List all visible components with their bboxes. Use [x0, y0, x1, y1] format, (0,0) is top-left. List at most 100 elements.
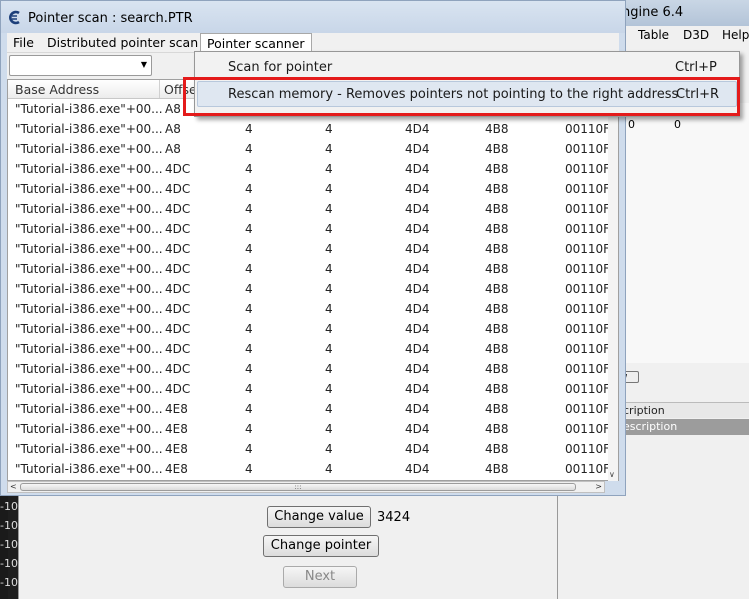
- menu-file[interactable]: File: [7, 33, 40, 53]
- change-pointer-button[interactable]: Change pointer: [263, 535, 379, 557]
- horizontal-scrollbar[interactable]: < ::: >: [7, 481, 605, 493]
- table-cell-o2: 4: [325, 142, 333, 156]
- table-cell-base: "Tutorial-i386.exe"+00...: [15, 382, 163, 396]
- scroll-down-icon[interactable]: ∨: [609, 470, 615, 479]
- vertical-scrollbar[interactable]: ∨: [608, 99, 618, 481]
- background-number: -10: [0, 500, 18, 513]
- table-row[interactable]: "Tutorial-i386.exe"+00... 4DC 4 4 4D4 4B8 0011…: [8, 199, 608, 219]
- table-row[interactable]: "Tutorial-i386.exe"+00... 4E8 4 4 4D4 4B8 0011…: [8, 419, 608, 439]
- value-type-dropdown[interactable]: ▼: [9, 55, 152, 76]
- pointer-scan-titlebar: Pointer scan : search.PTR: [1, 1, 625, 33]
- table-row[interactable]: "Tutorial-i386.exe"+00... 4DC 4 4 4D4 4B8 0011…: [8, 319, 608, 339]
- table-row[interactable]: "Tutorial-i386.exe"+00... 4DC 4 4 4D4 4B8 0011…: [8, 239, 608, 259]
- table-cell-o2: 4: [325, 282, 333, 296]
- table-row[interactable]: "Tutorial-i386.exe"+00... 4DC 4 4 4D4 4B8 0011…: [8, 359, 608, 379]
- table-row[interactable]: "Tutorial-i386.exe"+00... 4DC 4 4 4D4 4B8 0011…: [8, 159, 608, 179]
- table-cell-addr: 00110F: [565, 282, 608, 296]
- table-cell-o0: 4DC: [165, 322, 191, 336]
- current-value-text: 3424: [377, 510, 411, 525]
- table-row[interactable]: "Tutorial-i386.exe"+00... 4DC 4 4 4D4 4B8 0011…: [8, 279, 608, 299]
- table-cell-base: "Tutorial-i386.exe"+00...: [15, 342, 163, 356]
- table-cell-addr: 00110F: [565, 462, 608, 476]
- menu-item-label: Scan for pointer: [228, 60, 333, 75]
- menu-distributed-pointer-scan[interactable]: Distributed pointer scan: [41, 33, 204, 53]
- table-cell-o3: 4D4: [405, 202, 430, 216]
- background-number: -10: [0, 538, 18, 551]
- table-cell-addr: 00110F: [565, 382, 608, 396]
- table-cell-o3: 4D4: [405, 282, 430, 296]
- table-row[interactable]: "Tutorial-i386.exe"+00... 4DC 4 4 4D4 4B8 0011…: [8, 179, 608, 199]
- table-cell-base: "Tutorial-i386.exe"+00...: [15, 402, 163, 416]
- table-cell-o0: 4E8: [165, 462, 188, 476]
- table-row[interactable]: "Tutorial-i386.exe"+00...A8 4 4 4D4 4B8 00110…: [8, 119, 608, 139]
- table-cell-o3: 4D4: [405, 442, 430, 456]
- table-cell-o3: 4D4: [405, 362, 430, 376]
- table-row[interactable]: "Tutorial-i386.exe"+00... 4E8 4 4 4D4 4B8 0011…: [8, 459, 608, 479]
- table-cell-o4: 4B8: [485, 322, 509, 336]
- menu-pointer-scanner[interactable]: Pointer scanner: [200, 33, 312, 53]
- table-cell-o1: 4: [245, 362, 253, 376]
- menu-item-scan-for-pointer[interactable]: Scan for pointer Ctrl+P: [197, 54, 737, 80]
- table-cell-base: "Tutorial-i386.exe"+00...: [15, 102, 163, 116]
- table-cell-o2: 4: [325, 222, 333, 236]
- chevron-down-icon: ▼: [140, 60, 147, 69]
- table-cell-o4: 4B8: [485, 122, 509, 136]
- main-menu-d3d[interactable]: D3D: [683, 28, 709, 42]
- description-row[interactable]: escription: [617, 419, 749, 435]
- table-cell-addr: 00110F: [565, 162, 608, 176]
- scroll-right-icon[interactable]: >: [595, 482, 602, 491]
- description-header: cription: [617, 402, 749, 418]
- table-cell-o0: 4E8: [165, 402, 188, 416]
- main-list-value: 0: [674, 118, 681, 131]
- table-cell-o3: 4D4: [405, 342, 430, 356]
- change-value-button[interactable]: Change value: [267, 506, 371, 528]
- scroll-left-icon[interactable]: <: [10, 482, 17, 491]
- next-button[interactable]: Next: [283, 566, 357, 588]
- table-cell-o3: 4D4: [405, 302, 430, 316]
- pointer-results-table[interactable]: Base Address Offse "Tutorial-i386.exe"+0…: [7, 79, 619, 481]
- column-offset[interactable]: Offse: [164, 82, 197, 97]
- table-row[interactable]: "Tutorial-i386.exe"+00... 4E8 4 4 4D4 4B8 0011…: [8, 399, 608, 419]
- table-cell-o4: 4B8: [485, 202, 509, 216]
- table-cell-o1: 4: [245, 442, 253, 456]
- table-cell-o0: 4E8: [165, 442, 188, 456]
- column-divider[interactable]: [159, 80, 160, 98]
- main-menu-table[interactable]: Table: [638, 28, 669, 42]
- table-row[interactable]: "Tutorial-i386.exe"+00... 4DC 4 4 4D4 4B8 0011…: [8, 379, 608, 399]
- menu-item-rescan-memory[interactable]: Rescan memory - Removes pointers not poi…: [197, 81, 737, 107]
- table-cell-addr: 00110F: [565, 402, 608, 416]
- table-cell-o0: 4DC: [165, 222, 191, 236]
- table-cell-o3: 4D4: [405, 242, 430, 256]
- table-cell-o4: 4B8: [485, 242, 509, 256]
- table-cell-addr: 00110F: [565, 142, 608, 156]
- table-row[interactable]: "Tutorial-i386.exe"+00... 4DC 4 4 4D4 4B8 0011…: [8, 299, 608, 319]
- table-row[interactable]: "Tutorial-i386.exe"+00...A8 4 4 4D4 4B8 00110…: [8, 139, 608, 159]
- menu-item-label: Rescan memory - Removes pointers not poi…: [228, 87, 679, 102]
- horizontal-scroll-thumb[interactable]: :::: [20, 483, 576, 491]
- table-cell-o2: 4: [325, 162, 333, 176]
- column-base-address[interactable]: Base Address: [15, 82, 99, 97]
- table-cell-base: "Tutorial-i386.exe"+00...: [15, 182, 163, 196]
- table-row[interactable]: "Tutorial-i386.exe"+00... 4DC 4 4 4D4 4B8 0011…: [8, 219, 608, 239]
- main-address-list[interactable]: 0 0: [617, 103, 749, 363]
- table-cell-addr: 00110F: [565, 122, 608, 136]
- table-row[interactable]: "Tutorial-i386.exe"+00... 4E8 4 4 4D4 4B8 0011…: [8, 439, 608, 459]
- table-cell-base: "Tutorial-i386.exe"+00...: [15, 302, 163, 316]
- table-cell-o0: 4DC: [165, 342, 191, 356]
- table-cell-o4: 4B8: [485, 182, 509, 196]
- table-cell-o4: 4B8: [485, 302, 509, 316]
- table-cell-o0: 4DC: [165, 242, 191, 256]
- table-cell-o0: 4DC: [165, 202, 191, 216]
- table-cell-o0: 4DC: [165, 302, 191, 316]
- main-menu-help[interactable]: Help: [722, 28, 749, 42]
- table-cell-o1: 4: [245, 242, 253, 256]
- table-cell-o2: 4: [325, 182, 333, 196]
- table-cell-o0: 4DC: [165, 362, 191, 376]
- table-cell-o4: 4B8: [485, 162, 509, 176]
- table-row[interactable]: "Tutorial-i386.exe"+00... 4DC 4 4 4D4 4B8 0011…: [8, 339, 608, 359]
- table-cell-addr: 00110F: [565, 322, 608, 336]
- table-row[interactable]: "Tutorial-i386.exe"+00... 4DC 4 4 4D4 4B8 0011…: [8, 259, 608, 279]
- table-cell-addr: 00110F: [565, 342, 608, 356]
- table-cell-o1: 4: [245, 282, 253, 296]
- table-cell-addr: 00110F: [565, 422, 608, 436]
